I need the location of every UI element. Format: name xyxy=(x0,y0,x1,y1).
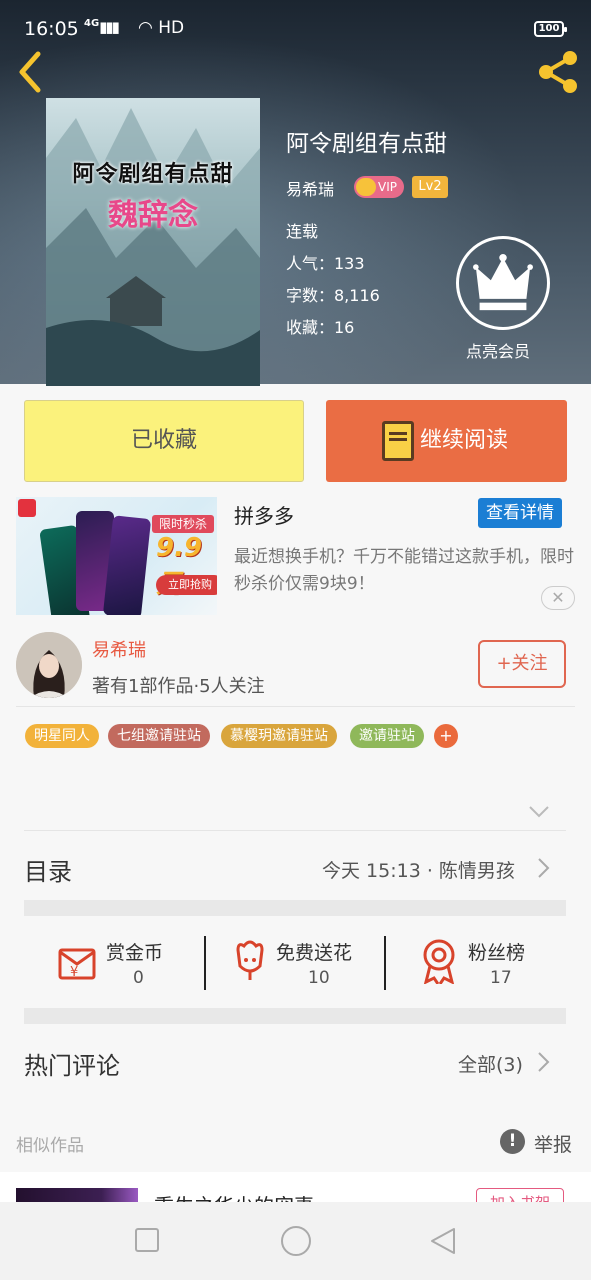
book-icon xyxy=(382,421,414,461)
ad-buy-button[interactable]: 立即抢购 xyxy=(156,575,217,595)
favorite-button[interactable]: 已收藏 xyxy=(24,400,304,482)
similar-book-cover xyxy=(16,1188,138,1202)
recent-apps-button[interactable] xyxy=(135,1228,159,1252)
similar-book-title: 重生之华少的宠妻 xyxy=(154,1190,314,1202)
similar-book-item[interactable]: 重生之华少的宠妻 加入书架 xyxy=(0,1172,591,1202)
divider xyxy=(204,936,206,990)
home-button[interactable] xyxy=(281,1226,311,1256)
book-word-count: 字数：8,116 xyxy=(286,286,380,305)
tag-item[interactable]: 邀请驻站 xyxy=(350,724,424,748)
ad-close-button[interactable]: ✕ xyxy=(541,586,575,610)
author-stats: 著有1部作品·5人关注 xyxy=(92,676,265,697)
red-envelope-icon: ¥ xyxy=(58,948,96,980)
back-icon[interactable] xyxy=(14,50,48,94)
vip-badge: VIP xyxy=(354,176,404,198)
stat-label: 免费送花 xyxy=(276,942,353,964)
cover-title: 阿令剧组有点甜 xyxy=(72,162,234,187)
avatar-image xyxy=(16,632,82,698)
author-avatar[interactable] xyxy=(16,632,82,698)
report-icon[interactable]: ! xyxy=(500,1129,525,1154)
stat-value: 0 xyxy=(133,968,144,988)
tag-item[interactable]: 七组邀请驻站 xyxy=(108,724,210,748)
divider xyxy=(16,706,575,707)
section-spacer xyxy=(24,1008,566,1024)
ad-brand: 拼多多 xyxy=(234,504,294,528)
crown-member-icon[interactable] xyxy=(456,236,550,330)
stat-label: 粉丝榜 xyxy=(468,942,526,964)
member-label[interactable]: 点亮会员 xyxy=(466,338,530,362)
book-favorites: 收藏：16 xyxy=(286,318,355,337)
ad-sale-label: 限时秒杀 xyxy=(152,515,214,533)
status-bar: 16:05 4G▮▮▮ ◠ HD 100 xyxy=(0,0,591,60)
crown-icon xyxy=(356,178,376,196)
latest-chapter: 今天 15:13 · 陈情男孩 xyxy=(322,860,515,882)
level-badge: Lv2 xyxy=(412,176,448,198)
cover-landscape xyxy=(46,108,260,386)
book-author[interactable]: 易希瑞 xyxy=(286,176,334,200)
share-icon[interactable] xyxy=(534,48,582,96)
catalog-title: 目录 xyxy=(24,858,72,886)
ad-detail-button[interactable]: 查看详情 xyxy=(478,498,562,528)
system-nav-bar xyxy=(0,1202,591,1280)
stat-label: 赏金币 xyxy=(106,942,164,964)
network-indicator: 4G▮▮▮ xyxy=(84,18,120,36)
book-popularity: 人气：133 xyxy=(286,254,365,273)
hot-comments-title: 热门评论 xyxy=(24,1052,120,1080)
cover-author: 魏辞念 xyxy=(108,198,198,233)
status-time: 16:05 xyxy=(24,18,79,40)
ad-image[interactable]: 限时秒杀 9.9元 立即抢购 xyxy=(16,497,217,615)
book-title: 阿令剧组有点甜 xyxy=(286,131,447,157)
back-nav-button[interactable] xyxy=(428,1226,458,1256)
tag-item[interactable]: 慕樱玥邀请驻站 xyxy=(221,724,337,748)
report-link[interactable]: 举报 xyxy=(534,1130,572,1157)
ad-description: 最近想换手机？千万不能错过这款手机，限时秒杀价仅需9块9！ xyxy=(234,547,574,594)
svg-text:¥: ¥ xyxy=(70,965,78,980)
book-status: 连载 xyxy=(286,222,319,241)
divider xyxy=(384,936,386,990)
all-comments-link[interactable]: 全部(3) xyxy=(458,1050,523,1077)
book-cover[interactable]: 阿令剧组有点甜 魏辞念 xyxy=(46,98,260,386)
tag-item[interactable]: 明星同人 xyxy=(25,724,99,748)
medal-icon xyxy=(423,939,455,984)
follow-button[interactable]: +关注 xyxy=(478,640,566,688)
chevron-down-icon[interactable] xyxy=(528,804,550,820)
chevron-right-icon xyxy=(538,858,550,878)
author-name[interactable]: 易希瑞 xyxy=(92,636,146,662)
chevron-right-icon xyxy=(538,1052,550,1072)
continue-reading-button[interactable]: 继续阅读 xyxy=(326,400,567,482)
section-spacer xyxy=(24,900,566,916)
add-tag-button[interactable]: + xyxy=(434,724,458,748)
pinduoduo-logo xyxy=(18,499,36,517)
wifi-hd-indicator: ◠ HD xyxy=(138,18,185,38)
flower-icon xyxy=(236,940,264,980)
wifi-icon: ◠ xyxy=(138,18,159,38)
battery-icon: 100 xyxy=(534,21,567,37)
divider xyxy=(24,830,566,831)
stat-value: 17 xyxy=(490,968,512,988)
stat-value: 10 xyxy=(308,968,330,988)
add-to-shelf-button[interactable]: 加入书架 xyxy=(476,1188,564,1202)
similar-works-title: 相似作品 xyxy=(16,1136,84,1156)
